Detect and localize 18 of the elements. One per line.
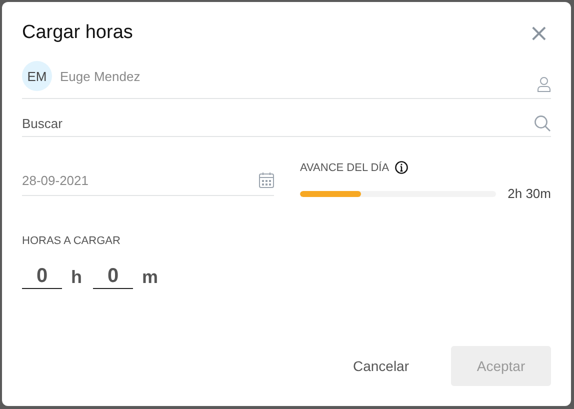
minutes-input[interactable]: 0 bbox=[93, 265, 133, 289]
search-icon bbox=[534, 115, 551, 132]
search-field[interactable]: Buscar bbox=[22, 116, 528, 131]
dialog-title: Cargar horas bbox=[22, 22, 133, 44]
avatar: EM bbox=[22, 61, 52, 91]
hours-label: HORAS A CARGAR bbox=[22, 235, 120, 247]
person-icon bbox=[537, 76, 551, 92]
cancel-button[interactable]: Cancelar bbox=[328, 346, 433, 386]
close-button[interactable]: × bbox=[526, 22, 551, 44]
hours-unit: h bbox=[71, 266, 82, 288]
minutes-unit: m bbox=[142, 266, 158, 288]
date-field[interactable]: 28-09-2021 bbox=[22, 172, 253, 188]
progress-label: AVANCE DEL DÍA bbox=[300, 162, 390, 174]
progress-reading: 2h 30m bbox=[508, 186, 551, 201]
person-field[interactable]: Euge Mendez bbox=[60, 68, 531, 84]
info-icon[interactable] bbox=[395, 161, 408, 174]
hours-input[interactable]: 0 bbox=[22, 265, 62, 289]
calendar-icon bbox=[259, 172, 274, 188]
